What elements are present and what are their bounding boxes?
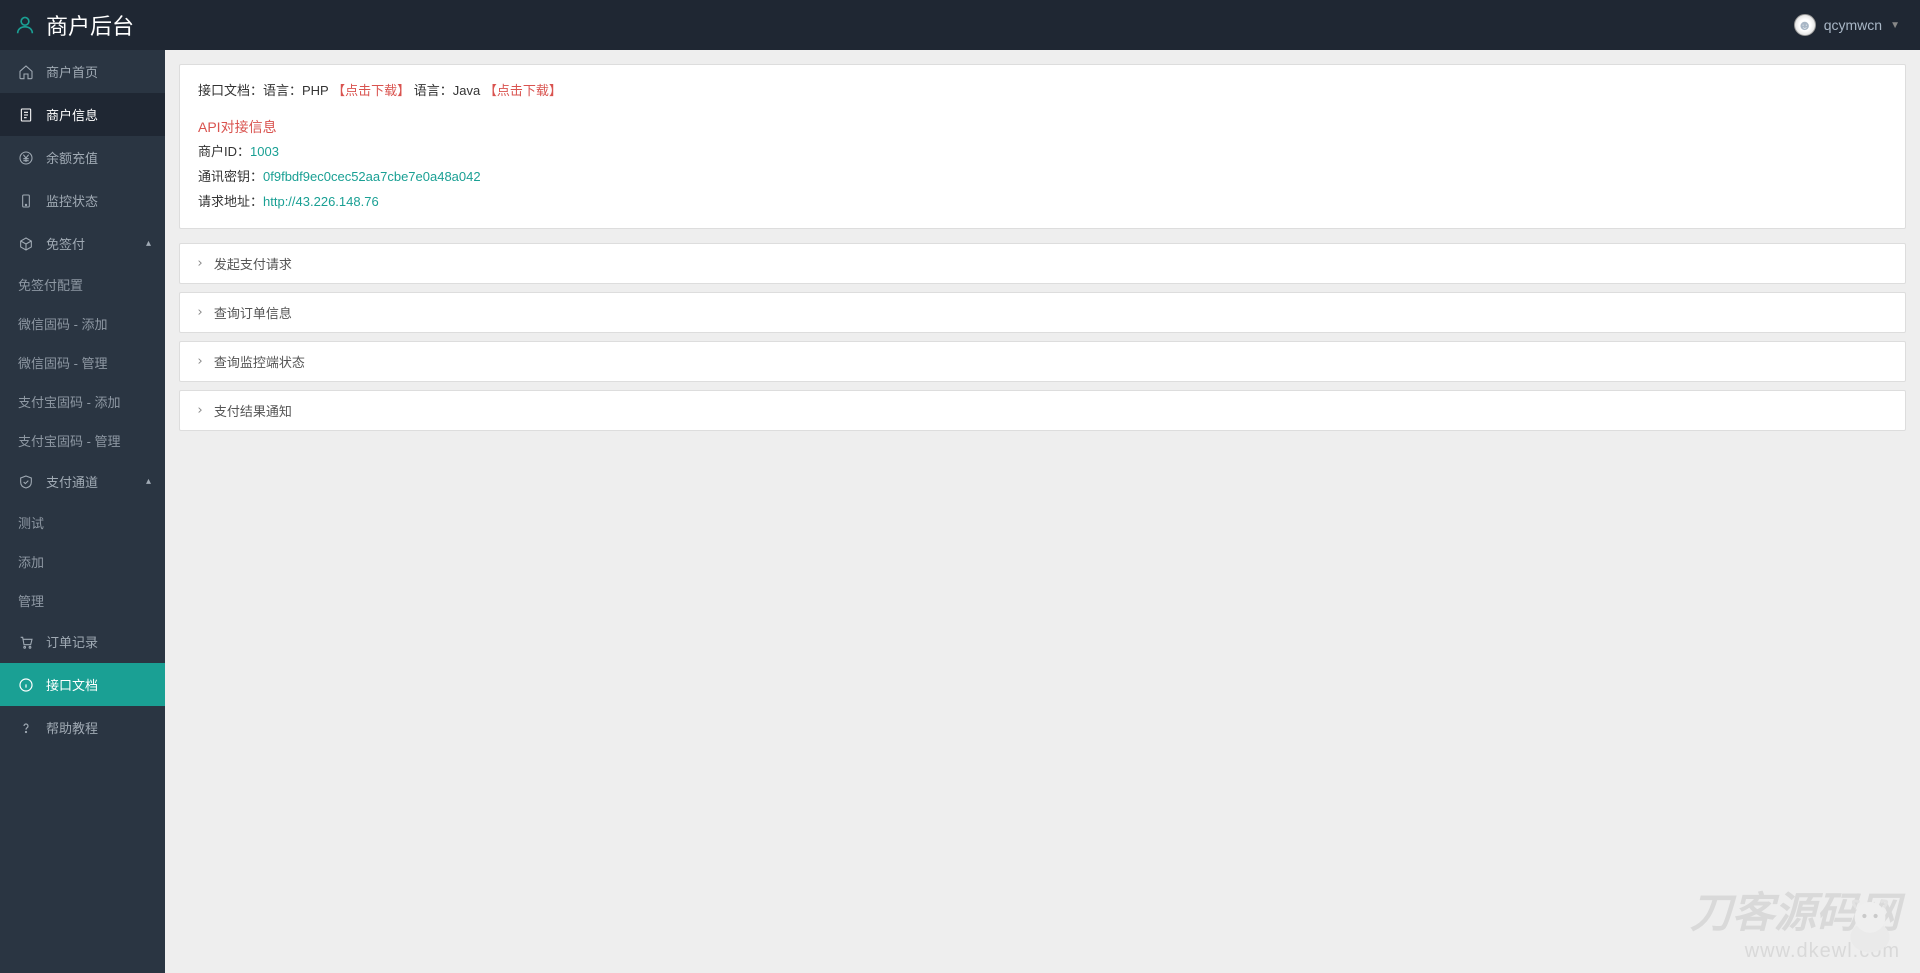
main-content: 接口文档：语言：PHP 【点击下载】 语言：Java 【点击下载】 API对接信… (165, 50, 1920, 453)
sidebar-sub-ali-add[interactable]: 支付宝固码 - 添加 (0, 382, 165, 421)
sidebar-sub-channel-manage[interactable]: 管理 (0, 581, 165, 620)
chevron-up-icon: ▴ (146, 238, 151, 249)
secret-value: 0f9fbdf9ec0cec52aa7cbe7e0a48a042 (263, 169, 481, 184)
yen-icon (18, 150, 34, 166)
chevron-right-icon: › (196, 256, 204, 271)
sidebar: 商户首页 商户信息 余额充值 监控状态 免签付 ▴ 免签付配置 微信固码 - 添… (0, 50, 165, 973)
sidebar-sub-channel-add[interactable]: 添加 (0, 542, 165, 581)
watermark-title: 刀客源码网 (1690, 879, 1900, 940)
question-icon (18, 720, 34, 736)
username: qcymwcn (1824, 17, 1882, 33)
chevron-down-icon: ▼ (1890, 20, 1900, 31)
logo: 商户后台 (14, 9, 134, 41)
user-menu[interactable]: ☻ qcymwcn ▼ (1794, 14, 1900, 36)
user-outline-icon (14, 14, 36, 36)
url-line: 请求地址：http://43.226.148.76 (198, 190, 1887, 215)
cart-icon (18, 634, 34, 650)
sidebar-item-monitor-status[interactable]: 监控状态 (0, 179, 165, 222)
php-download-link[interactable]: 【点击下载】 (332, 83, 410, 98)
api-info-title: API对接信息 (198, 114, 1887, 141)
chevron-right-icon: › (196, 403, 204, 418)
chevron-right-icon: › (196, 354, 204, 369)
api-info-panel: 接口文档：语言：PHP 【点击下载】 语言：Java 【点击下载】 API对接信… (179, 64, 1906, 229)
chevron-right-icon: › (196, 305, 204, 320)
cube-icon (18, 236, 34, 252)
chevron-up-icon: ▴ (146, 476, 151, 487)
sidebar-item-balance-recharge[interactable]: 余额充值 (0, 136, 165, 179)
mascot-icon (1835, 888, 1905, 958)
sidebar-item-help[interactable]: 帮助教程 (0, 706, 165, 749)
watermark-url: www.dkewl.com (1690, 940, 1900, 963)
secret-line: 通讯密钥：0f9fbdf9ec0cec52aa7cbe7e0a48a042 (198, 165, 1887, 190)
sidebar-item-pay-channel[interactable]: 支付通道 ▴ (0, 460, 165, 503)
sidebar-sub-sign-free-config[interactable]: 免签付配置 (0, 265, 165, 304)
document-icon (18, 107, 34, 123)
shield-check-icon (18, 474, 34, 490)
info-icon (18, 677, 34, 693)
sidebar-item-order-records[interactable]: 订单记录 (0, 620, 165, 663)
watermark: 刀客源码网 www.dkewl.com (1690, 879, 1900, 963)
logo-text: 商户后台 (46, 9, 134, 41)
sidebar-item-api-docs[interactable]: 接口文档 (0, 663, 165, 706)
accordion-pay-request[interactable]: › 发起支付请求 (179, 243, 1906, 284)
avatar-icon: ☻ (1794, 14, 1816, 36)
sidebar-item-merchant-info[interactable]: 商户信息 (0, 93, 165, 136)
sidebar-item-home[interactable]: 商户首页 (0, 50, 165, 93)
merchant-id-line: 商户ID：1003 (198, 140, 1887, 165)
accordion-pay-notify[interactable]: › 支付结果通知 (179, 390, 1906, 431)
sidebar-sub-ali-manage[interactable]: 支付宝固码 - 管理 (0, 421, 165, 460)
top-header: 商户后台 ☻ qcymwcn ▼ (0, 0, 1920, 50)
home-icon (18, 64, 34, 80)
merchant-id-value: 1003 (250, 144, 279, 159)
sidebar-sub-channel-test[interactable]: 测试 (0, 503, 165, 542)
sidebar-item-sign-free[interactable]: 免签付 ▴ (0, 222, 165, 265)
java-download-link[interactable]: 【点击下载】 (484, 83, 562, 98)
accordion-query-order[interactable]: › 查询订单信息 (179, 292, 1906, 333)
device-icon (18, 193, 34, 209)
doc-download-line: 接口文档：语言：PHP 【点击下载】 语言：Java 【点击下载】 (198, 79, 1887, 104)
sidebar-sub-wx-manage[interactable]: 微信固码 - 管理 (0, 343, 165, 382)
sidebar-sub-wx-add[interactable]: 微信固码 - 添加 (0, 304, 165, 343)
accordion-query-monitor[interactable]: › 查询监控端状态 (179, 341, 1906, 382)
request-url[interactable]: http://43.226.148.76 (263, 194, 379, 209)
